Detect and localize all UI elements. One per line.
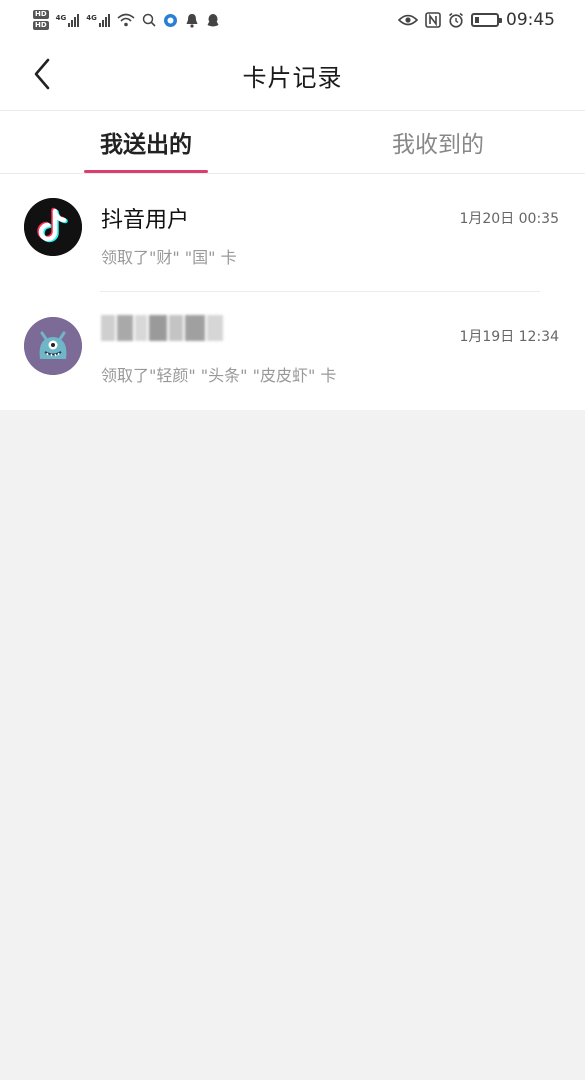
bell-icon [186, 13, 198, 28]
nfc-icon [425, 12, 441, 28]
network-tag-2: 4G [86, 13, 97, 22]
chevron-left-icon [34, 58, 50, 90]
tab-received[interactable]: 我收到的 [292, 111, 584, 173]
wifi-icon [117, 13, 135, 27]
list-item[interactable]: 抖音用户 1月20日 00:35 领取了"财" "国" 卡 [0, 174, 585, 292]
battery-icon [471, 13, 502, 27]
network-tag: 4G [55, 13, 67, 22]
signal-icon-2: 4G [86, 13, 110, 27]
page-title: 卡片记录 [242, 63, 343, 92]
tab-sent-label: 我送出的 [100, 132, 192, 158]
nav-bar: 卡片记录 [0, 40, 585, 110]
douyin-logo-icon [24, 198, 82, 256]
tab-received-label: 我收到的 [392, 132, 484, 158]
back-button[interactable] [22, 54, 62, 94]
hd-indicator: HD HD [33, 10, 49, 30]
signal-icon: 4G [55, 13, 80, 27]
record-list: 抖音用户 1月20日 00:35 领取了"财" "国" 卡 1月19日 12:3… [0, 174, 585, 410]
qq-icon [207, 13, 219, 26]
record-time: 1月20日 00:35 [459, 211, 559, 227]
alarm-icon [449, 12, 463, 28]
tab-bar: 我送出的 我收到的 [0, 111, 585, 173]
hd-chip-1: HD [33, 10, 49, 19]
record-description: 领取了"财" "国" 卡 [101, 248, 237, 267]
record-description: 领取了"轻颜" "头条" "皮皮虾" 卡 [101, 366, 337, 385]
tab-sent[interactable]: 我送出的 [0, 111, 292, 173]
status-bar: HD HD 4G 4G 09:45 [0, 0, 585, 40]
list-item[interactable]: 1月19日 12:34 领取了"轻颜" "头条" "皮皮虾" 卡 [0, 292, 585, 410]
monster-avatar-icon [24, 317, 82, 375]
record-name: 抖音用户 [101, 208, 190, 233]
search-icon [142, 13, 156, 27]
blurred-username [101, 315, 223, 341]
eye-icon [398, 14, 418, 26]
status-time: 09:45 [506, 10, 555, 30]
status-bar-left: HD HD 4G 4G [33, 10, 220, 30]
card-records-screen: HD HD 4G 4G 09:45 卡片记录 我送出的 我收到的 抖音用户 1月… [0, 0, 585, 1080]
status-bar-right: 09:45 [398, 10, 555, 30]
record-time: 1月19日 12:34 [459, 329, 559, 345]
browser-icon [163, 13, 177, 27]
hd-chip-2: HD [33, 21, 49, 30]
